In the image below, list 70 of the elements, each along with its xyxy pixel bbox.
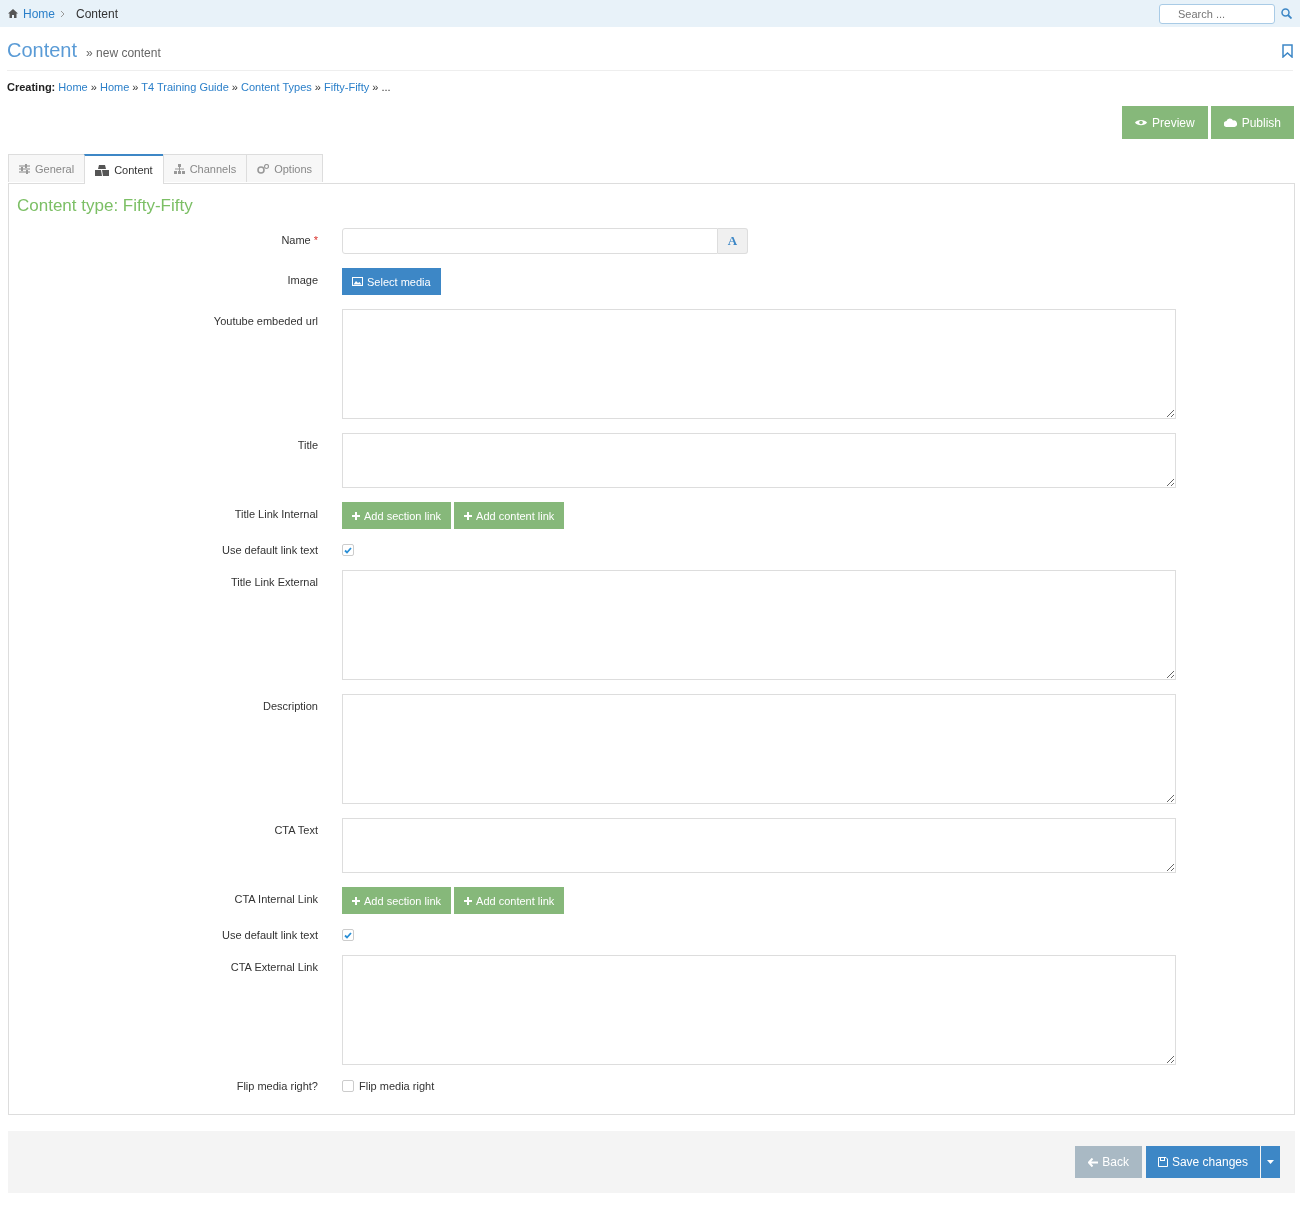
path-link[interactable]: Home [58,81,88,93]
path-link[interactable]: T4 Training Guide [141,81,229,93]
add-link-button[interactable]: Add content link [454,502,565,529]
field-label: Youtube embeded url [213,315,318,327]
field-label: CTA External Link [230,961,318,973]
chevron-icon [60,9,65,18]
path-link[interactable]: Fifty-Fifty [324,81,370,93]
breadcrumb-link[interactable]: Home [23,6,55,21]
publish-button[interactable]: Publish [1210,106,1294,139]
field-label: Flip media right? [236,1080,318,1092]
search-icon[interactable] [1281,8,1292,19]
tab[interactable]: Content [84,154,164,184]
field-label: CTA Text [274,824,318,836]
content-type-heading: Content type: Fifty-Fifty [17,196,194,216]
checkbox[interactable] [342,1080,354,1092]
tab[interactable]: Options [246,154,324,182]
arrow-left-icon [1088,1157,1099,1167]
field-label: CTA Internal Link [234,893,318,905]
field-label: Name [281,234,311,246]
field-label: Image [287,274,318,286]
page-subtitle: » new content [86,46,161,60]
path-link[interactable]: Content Types [241,81,312,93]
name-input-field[interactable] [342,228,718,254]
eye-icon [1134,118,1147,127]
tab[interactable]: Channels [162,154,248,182]
text-area[interactable] [342,433,1176,488]
breadcrumb-current: Content [76,6,119,21]
text-area[interactable] [342,694,1176,804]
field-label: Description [262,700,318,712]
image-icon [352,277,363,286]
sliders-icon [19,163,30,174]
text-area[interactable] [342,818,1176,873]
save-changes-button[interactable]: Save changes [1145,1146,1260,1178]
cloud-icon [1223,118,1237,127]
required-marker: * [313,234,318,246]
add-link-button[interactable]: Add section link [342,887,452,914]
text-area[interactable] [342,570,1176,680]
caret-icon [1267,1160,1274,1164]
path-link[interactable]: Home [99,81,130,93]
plus-icon [464,511,473,520]
font-button[interactable]: A [718,228,748,254]
cogs-icon [257,163,270,174]
field-label: Use default link text [222,544,318,556]
plus-icon [352,511,360,520]
tab[interactable]: General [8,154,86,182]
search-field[interactable]: Search ... [1159,3,1275,24]
creating-path: Creating: Home » Home » T4 Training Guide » Content Types » Fifty-Fifty » ... [7,81,392,93]
checkbox[interactable] [342,544,354,556]
page-title: Content [7,39,78,62]
add-link-button[interactable]: Add section link [342,502,452,529]
select-media-button[interactable]: Select media [342,268,441,295]
field-label: Title Link Internal [234,508,318,520]
plus-icon [464,896,473,905]
field-label: Title [297,439,318,451]
text-area[interactable] [342,955,1176,1065]
checkbox[interactable] [342,929,354,941]
floppy-icon [1157,1157,1168,1167]
plus-icon [352,896,360,905]
add-link-button[interactable]: Add content link [454,887,565,914]
dropdown-button[interactable] [1261,1146,1280,1178]
field-label: Title Link External [230,576,318,588]
bookmark-icon[interactable] [1282,43,1293,58]
sitemap-icon [173,163,185,174]
field-label: Use default link text [222,929,318,941]
checkbox-label: Flip media right [359,1080,435,1092]
back-button[interactable]: Back [1075,1146,1142,1178]
text-area[interactable] [342,309,1176,419]
preview-button[interactable]: Preview [1121,106,1208,139]
home-icon [8,9,18,18]
cubes-icon [95,164,110,176]
